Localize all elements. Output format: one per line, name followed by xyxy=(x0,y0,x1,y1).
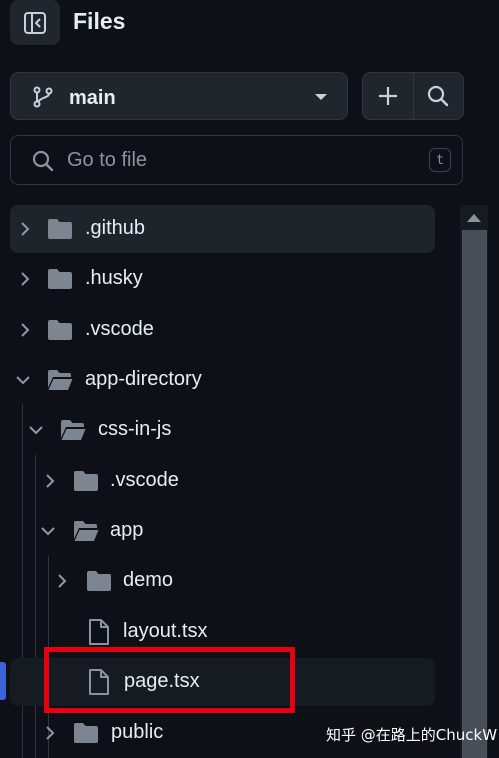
file-explorer-panel: Files main Go to file t .github .husky .… xyxy=(0,0,499,758)
tree-item-label: app-directory xyxy=(85,368,202,390)
folder-open-icon xyxy=(74,521,99,541)
tree-item-label: .husky xyxy=(85,267,143,289)
folder-icon xyxy=(87,571,111,591)
folder-icon xyxy=(74,723,98,743)
tree-item-folder[interactable]: demo xyxy=(10,557,435,605)
folder-open-icon xyxy=(48,370,73,390)
sidebar-collapse-icon xyxy=(24,11,46,34)
file-icon xyxy=(89,619,109,645)
tree-item-label: public xyxy=(111,721,164,743)
folder-icon xyxy=(48,219,72,239)
chevron-right-icon xyxy=(58,574,67,588)
folder-icon xyxy=(74,471,98,491)
triangle-down-icon xyxy=(315,94,327,100)
chevron-right-icon xyxy=(21,272,30,286)
folder-icon xyxy=(48,320,72,340)
git-branch-icon xyxy=(33,86,53,108)
branch-name: main xyxy=(69,87,116,109)
scroll-up-arrow-icon[interactable] xyxy=(467,214,481,222)
tree-item-label: layout.tsx xyxy=(123,620,208,642)
folder-icon xyxy=(48,269,72,289)
tree-item-label: .vscode xyxy=(85,318,154,340)
keyboard-shortcut-badge: t xyxy=(429,148,451,172)
search-button[interactable] xyxy=(413,73,463,119)
plus-icon xyxy=(378,87,397,105)
chevron-right-icon xyxy=(21,323,30,337)
chevron-right-icon xyxy=(21,222,30,236)
files-header: Files xyxy=(0,0,499,52)
go-to-file-box: t xyxy=(10,135,463,185)
tree-item-folder[interactable]: .vscode xyxy=(10,306,435,354)
tree-item-label: demo xyxy=(123,569,174,591)
chevron-right-icon xyxy=(46,474,55,488)
scrollbar-thumb[interactable] xyxy=(462,230,487,758)
sidebar-toggle-button[interactable] xyxy=(10,0,60,45)
chevron-right-icon xyxy=(46,726,55,740)
folder-open-icon xyxy=(61,420,86,440)
search-icon xyxy=(32,150,54,172)
go-to-file-input[interactable] xyxy=(67,146,407,174)
file-actions-group xyxy=(362,72,464,120)
chevron-down-icon xyxy=(16,376,30,385)
tree-item-label: css-in-js xyxy=(98,418,172,440)
tree-item-folder[interactable]: app-directory xyxy=(10,356,435,404)
branch-select-button[interactable]: main xyxy=(10,72,348,120)
tree-item-folder[interactable]: app xyxy=(10,507,435,555)
tree-item-label: .github xyxy=(85,217,146,239)
tree-item-folder[interactable]: css-in-js xyxy=(10,406,435,454)
page-title: Files xyxy=(73,8,126,34)
active-item-indicator xyxy=(0,662,6,700)
search-icon xyxy=(428,85,449,107)
tree-item-folder[interactable]: .vscode xyxy=(10,457,435,505)
tree-item-label: app xyxy=(110,519,144,541)
chevron-down-icon xyxy=(41,527,55,536)
add-file-button[interactable] xyxy=(363,73,413,119)
chevron-down-icon xyxy=(29,426,43,435)
tree-item-label: .vscode xyxy=(110,469,179,491)
tree-item-folder[interactable]: .husky xyxy=(10,255,435,303)
annotation-highlight-box xyxy=(44,647,295,713)
watermark: 知乎 @在路上的ChuckW xyxy=(326,726,498,744)
tree-item-folder[interactable]: .github xyxy=(10,205,435,253)
